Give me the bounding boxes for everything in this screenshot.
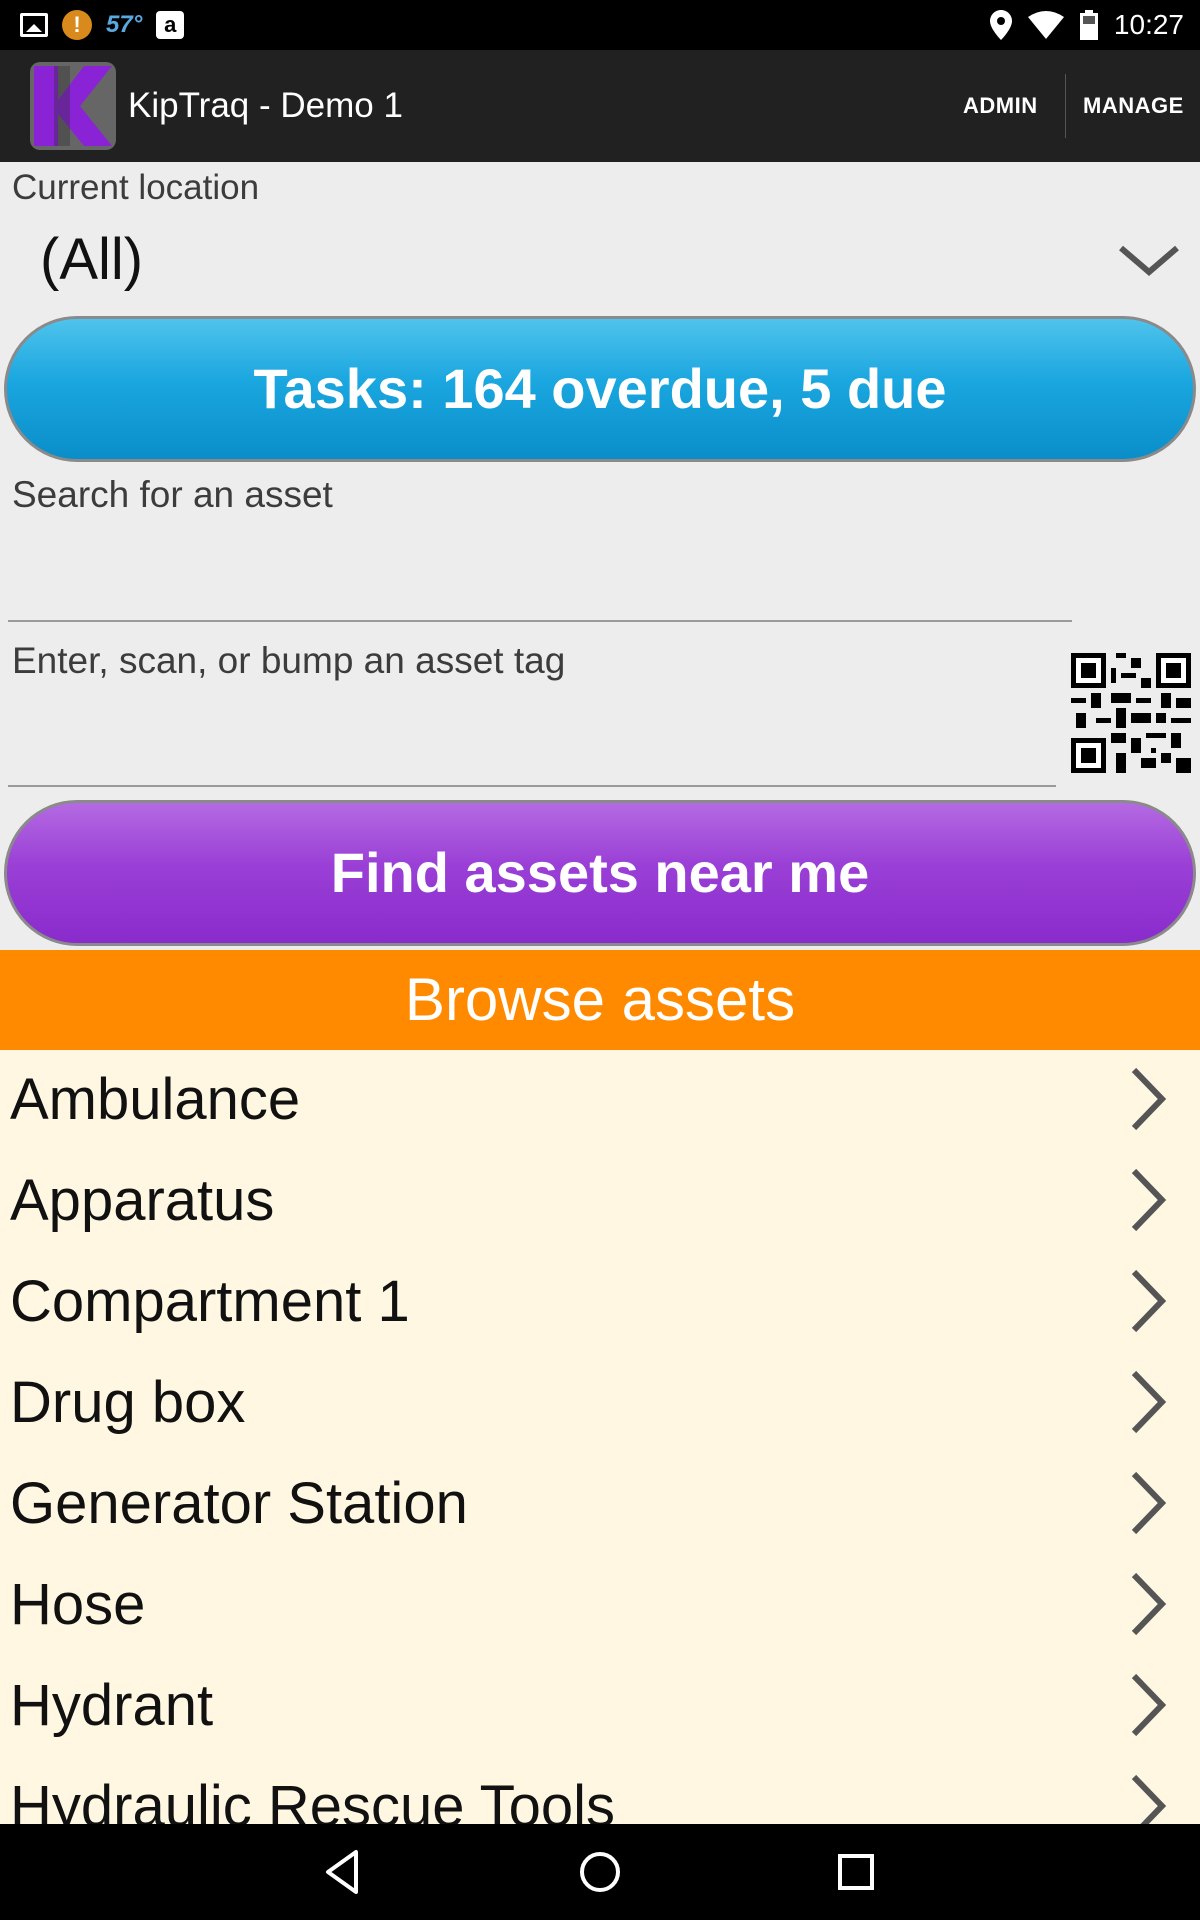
battery-icon [1079, 10, 1098, 40]
chevron-down-icon[interactable] [1117, 240, 1181, 280]
list-item-label: Hydrant [10, 1673, 214, 1738]
find-assets-near-me-button[interactable]: Find assets near me [4, 800, 1196, 946]
alert-icon: ! [62, 10, 92, 40]
list-item-hose[interactable]: Hose [0, 1555, 1200, 1656]
location-dropdown[interactable]: (All) [0, 220, 1200, 300]
location-selected-value: (All) [40, 227, 144, 292]
list-item-label: Drug box [10, 1370, 246, 1435]
kiptraq-logo-icon[interactable] [24, 58, 120, 154]
navigation-bar [0, 1824, 1200, 1920]
chevron-right-icon [1131, 1370, 1167, 1434]
amazon-icon: a [156, 11, 185, 39]
chevron-right-icon [1131, 1572, 1167, 1636]
search-asset-label: Search for an asset [12, 474, 333, 515]
asset-category-list: Ambulance Apparatus Compartment 1 Drug b… [0, 1050, 1200, 1824]
search-asset-input[interactable] [8, 620, 1072, 622]
wifi-icon [1027, 11, 1064, 39]
chevron-right-icon [1131, 1471, 1167, 1535]
list-item-hydraulic-rescue-tools[interactable]: Hydraulic Rescue Tools [0, 1757, 1200, 1824]
list-item-hydrant[interactable]: Hydrant [0, 1656, 1200, 1757]
list-item-apparatus[interactable]: Apparatus [0, 1151, 1200, 1252]
clock-text: 10:27 [1113, 9, 1184, 40]
list-item-ambulance[interactable]: Ambulance [0, 1050, 1200, 1151]
back-icon[interactable] [318, 1846, 370, 1898]
list-item-label: Apparatus [10, 1168, 275, 1233]
status-bar-right: 10:27 [989, 0, 1184, 50]
manage-button[interactable]: MANAGE [1083, 50, 1184, 162]
action-divider [1065, 74, 1066, 138]
list-item-label: Generator Station [10, 1471, 468, 1536]
app-title: KipTraq - Demo 1 [128, 86, 403, 125]
browse-assets-header: Browse assets [0, 950, 1200, 1050]
chevron-right-icon [1131, 1168, 1167, 1232]
location-icon [989, 10, 1012, 40]
status-bar-left: ! 57° a [20, 0, 185, 50]
list-item-compartment-1[interactable]: Compartment 1 [0, 1252, 1200, 1353]
gallery-icon [20, 13, 48, 37]
list-item-drug-box[interactable]: Drug box [0, 1353, 1200, 1454]
list-item-generator-station[interactable]: Generator Station [0, 1454, 1200, 1555]
tasks-button[interactable]: Tasks: 164 overdue, 5 due [4, 316, 1196, 462]
asset-tag-input[interactable] [8, 785, 1056, 787]
list-item-label: Ambulance [10, 1067, 301, 1132]
chevron-right-icon [1131, 1774, 1167, 1824]
admin-button[interactable]: ADMIN [963, 50, 1038, 162]
app-bar: KipTraq - Demo 1 ADMIN MANAGE [0, 50, 1200, 162]
list-item-label: Hydraulic Rescue Tools [10, 1774, 615, 1824]
list-item-label: Compartment 1 [10, 1269, 410, 1334]
asset-tag-label: Enter, scan, or bump an asset tag [12, 640, 566, 681]
status-bar: ! 57° a 10:27 [0, 0, 1200, 50]
qr-code-icon[interactable] [1066, 648, 1196, 778]
temperature-text: 57° [106, 11, 143, 38]
home-icon[interactable] [574, 1846, 626, 1898]
chevron-right-icon [1131, 1269, 1167, 1333]
current-location-label: Current location [12, 168, 260, 207]
chevron-right-icon [1131, 1673, 1167, 1737]
list-item-label: Hose [10, 1572, 146, 1637]
chevron-right-icon [1131, 1067, 1167, 1131]
recent-apps-icon[interactable] [830, 1846, 882, 1898]
